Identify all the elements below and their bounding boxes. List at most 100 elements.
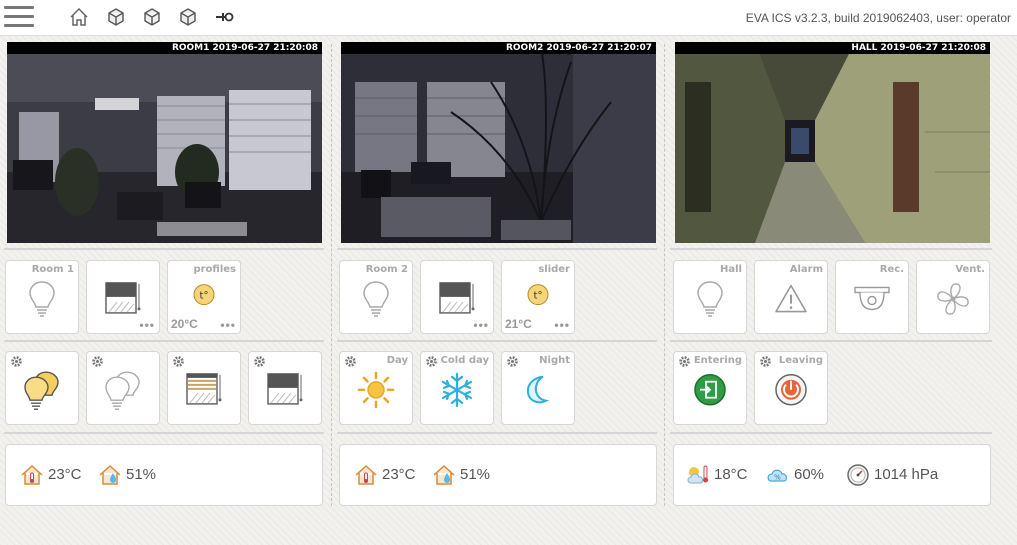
home-icon[interactable]	[68, 6, 90, 28]
scene-cold-day-button[interactable]: Cold day	[420, 351, 494, 425]
cube-icon[interactable]	[105, 6, 127, 28]
room2-sensor-panel: 23°C 51%	[339, 444, 657, 506]
svg-text:%: %	[774, 474, 781, 482]
snowflake-icon	[441, 372, 473, 407]
humidity-value: 51%	[460, 466, 491, 483]
row-separator	[670, 248, 992, 250]
plug-icon[interactable]	[214, 6, 236, 28]
temperature-value: 23°C	[382, 466, 416, 483]
tile-label: Entering	[693, 355, 742, 366]
home-temperature-icon	[21, 464, 43, 485]
row-separator	[337, 248, 657, 250]
gear-icon[interactable]	[253, 355, 266, 368]
cube-icon[interactable]	[177, 6, 199, 28]
camera-dome-icon	[854, 286, 890, 311]
tile-label: profiles	[193, 264, 236, 275]
thermostat-icon: t°	[193, 284, 215, 306]
gear-icon[interactable]	[344, 355, 357, 368]
gear-icon[interactable]	[172, 355, 185, 368]
gear-icon[interactable]	[91, 355, 104, 368]
thermostat-icon: t°	[527, 284, 549, 306]
fan-icon	[937, 283, 969, 315]
camera-room2-image	[341, 42, 656, 243]
power-icon	[775, 373, 807, 406]
tile-label: Night	[539, 355, 570, 366]
recording-button[interactable]: Rec.	[835, 260, 909, 334]
row-separator	[670, 340, 992, 342]
row-separator	[4, 340, 324, 342]
column-divider	[331, 44, 332, 506]
tile-label: Day	[386, 355, 408, 366]
room2-blind-button[interactable]: •••	[420, 260, 494, 334]
gear-icon[interactable]	[10, 355, 23, 368]
gear-icon[interactable]	[759, 355, 772, 368]
room1-lights-group-button[interactable]	[5, 351, 79, 425]
gear-icon[interactable]	[425, 355, 438, 368]
more-options-dots[interactable]: •••	[473, 319, 489, 331]
cloud-humidity-icon: %	[767, 469, 788, 482]
row-separator	[337, 340, 657, 342]
blind-icon	[439, 282, 475, 314]
camera-room1[interactable]: ROOM1 2019-06-27 21:20:08	[7, 42, 322, 243]
warning-icon	[775, 284, 807, 313]
hall-light-button[interactable]: Hall	[673, 260, 747, 334]
home-temperature-icon	[355, 464, 377, 485]
tile-label: slider	[538, 264, 570, 275]
menu-icon[interactable]	[4, 6, 34, 28]
tile-label: Leaving	[778, 355, 823, 366]
cube-icon[interactable]	[141, 6, 163, 28]
build-info: EVA ICS v3.2.3, build 2019062403, user: …	[745, 11, 1011, 25]
more-options-dots[interactable]: •••	[554, 319, 570, 331]
gear-icon[interactable]	[506, 355, 519, 368]
room1-blinds-close-button[interactable]	[248, 351, 322, 425]
scene-entering-button[interactable]: Entering	[673, 351, 747, 425]
setpoint-value: 20°C	[171, 317, 198, 331]
gear-icon[interactable]	[678, 355, 691, 368]
more-options-dots[interactable]: •••	[220, 319, 236, 331]
scene-leaving-button[interactable]: Leaving	[754, 351, 828, 425]
room1-blind-button[interactable]: •••	[86, 260, 160, 334]
room1-sensor-panel: 23°C 51%	[5, 444, 323, 506]
tile-label: Hall	[720, 264, 742, 275]
row-separator	[337, 432, 657, 434]
tile-label: Vent.	[955, 264, 985, 275]
camera-hall[interactable]: HALL 2019-06-27 21:20:08	[675, 42, 990, 243]
blind-icon	[105, 282, 141, 314]
weather-temperature-icon	[687, 465, 708, 484]
camera-label: ROOM2 2019-06-27 21:20:07	[505, 43, 652, 53]
blind-slats-icon	[186, 373, 222, 405]
blind-icon	[267, 373, 303, 405]
row-separator	[670, 432, 992, 434]
more-options-dots[interactable]: •••	[139, 319, 155, 331]
room1-profiles-button[interactable]: profiles t° 20°C •••	[167, 260, 241, 334]
temperature-value: 23°C	[48, 466, 82, 483]
room2-slider-button[interactable]: slider t° 21°C •••	[501, 260, 575, 334]
outdoor-sensor-panel: 18°C % 60% 1014 hPa	[673, 444, 991, 506]
barometer-icon	[847, 464, 869, 486]
camera-room2[interactable]: ROOM2 2019-06-27 21:20:07	[341, 42, 656, 243]
alarm-button[interactable]: Alarm	[754, 260, 828, 334]
setpoint-value: 21°C	[505, 317, 532, 331]
bulbs-off-icon	[105, 371, 140, 410]
camera-label: ROOM1 2019-06-27 21:20:08	[171, 43, 318, 53]
room1-light-button[interactable]: Room 1	[5, 260, 79, 334]
pressure-value: 1014 hPa	[874, 466, 939, 483]
outdoor-temperature-value: 18°C	[714, 466, 748, 483]
camera-overlay-bar: ROOM2 2019-06-27 21:20:07	[341, 42, 656, 54]
scene-night-button[interactable]: Night	[501, 351, 575, 425]
bulbs-on-icon	[24, 371, 59, 410]
row-separator	[4, 432, 324, 434]
top-bar: EVA ICS v3.2.3, build 2019062403, user: …	[0, 0, 1017, 36]
outdoor-humidity-value: 60%	[794, 466, 825, 483]
svg-text:t°: t°	[534, 291, 543, 302]
room2-light-button[interactable]: Room 2	[339, 260, 413, 334]
bulb-off-icon	[363, 281, 389, 317]
scene-day-button[interactable]: Day	[339, 351, 413, 425]
room1-lights-off-button[interactable]	[86, 351, 160, 425]
bulb-off-icon	[29, 281, 55, 317]
tile-label: Rec.	[879, 264, 904, 275]
tile-label: Cold day	[440, 355, 489, 366]
svg-text:t°: t°	[200, 291, 209, 302]
ventilation-button[interactable]: Vent.	[916, 260, 990, 334]
room1-blinds-open-button[interactable]	[167, 351, 241, 425]
